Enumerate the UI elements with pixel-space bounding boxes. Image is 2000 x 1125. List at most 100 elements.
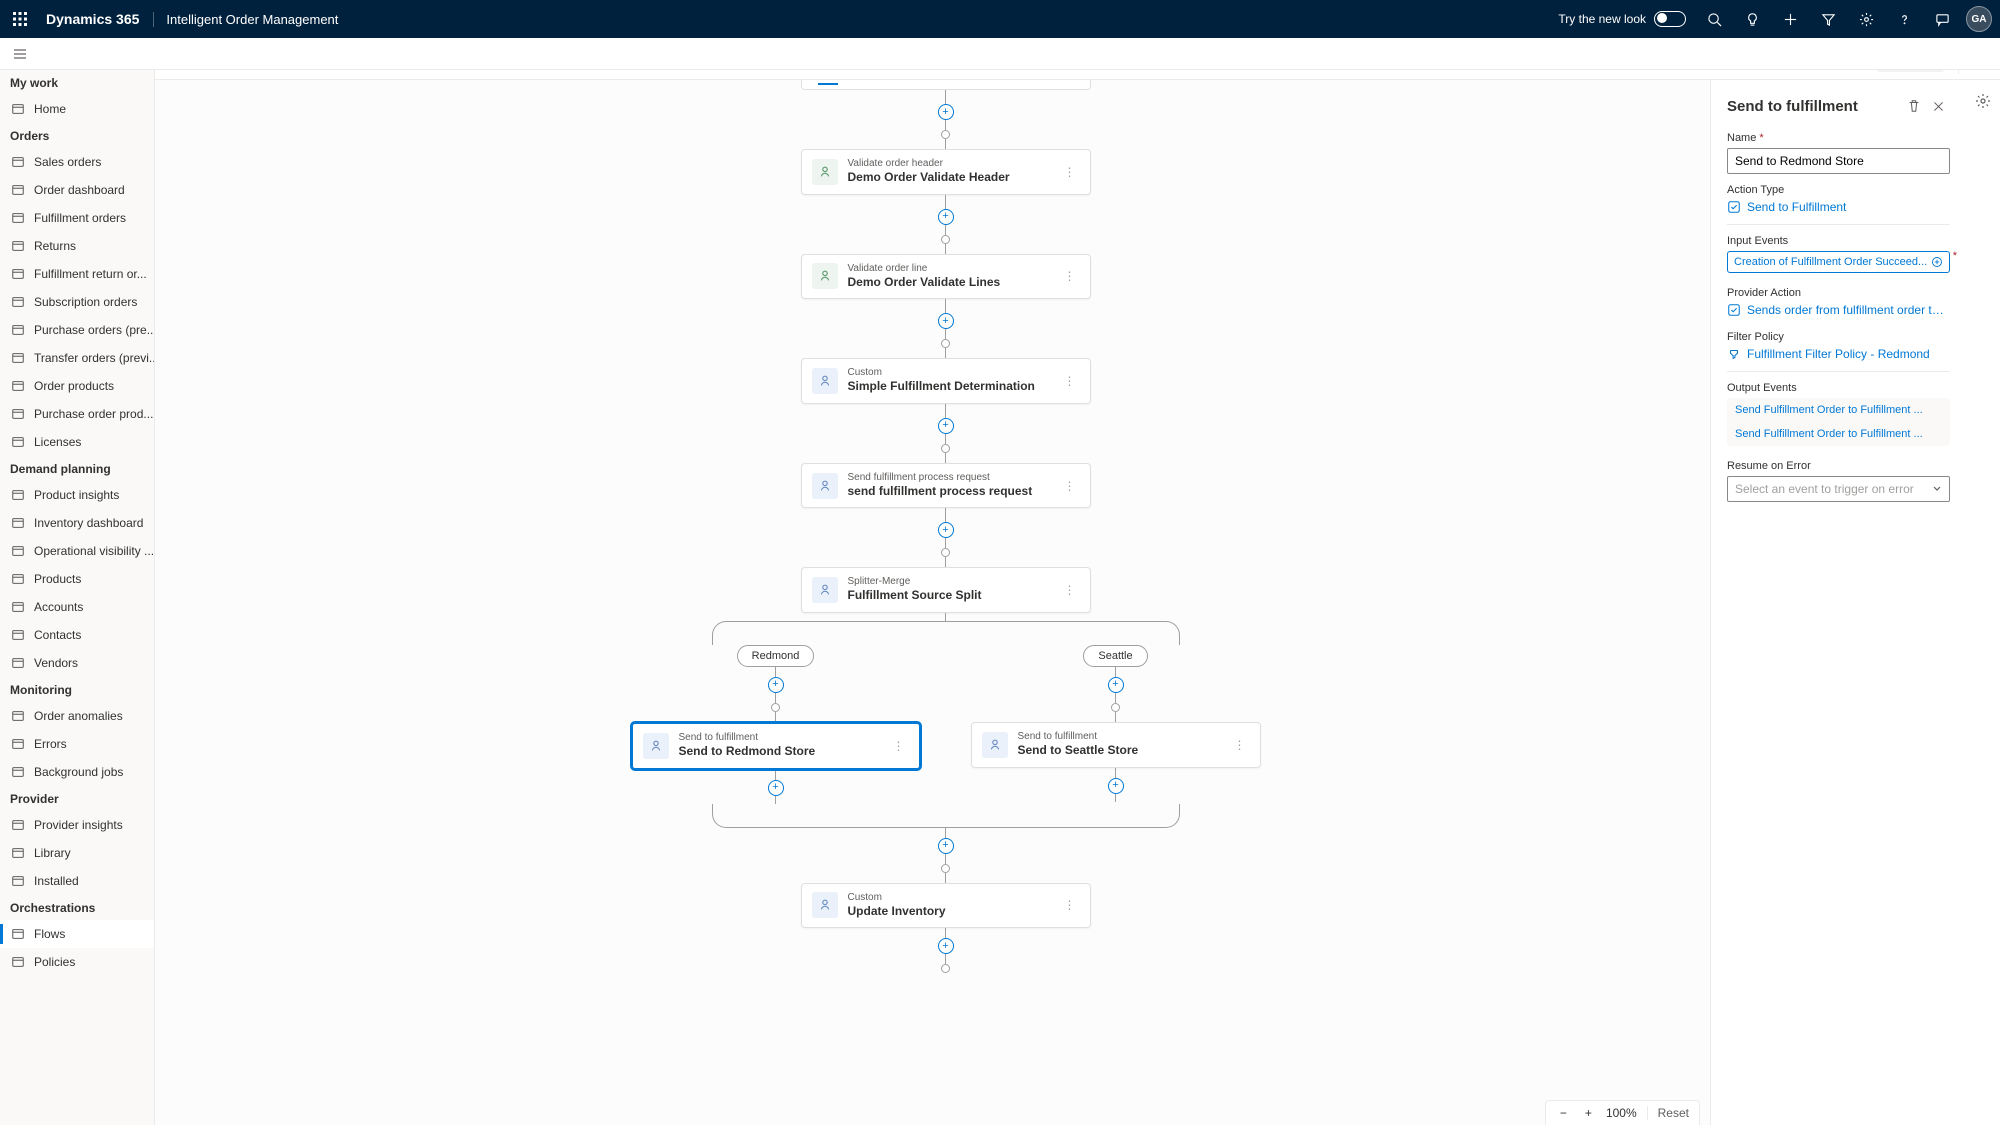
plus-icon[interactable]	[1772, 1, 1808, 37]
flow-node[interactable]: Splitter-MergeFulfillment Source Split⋮	[801, 567, 1091, 613]
output-event-item[interactable]: Send Fulfillment Order to Fulfillment ..…	[1727, 422, 1950, 446]
node-menu-icon[interactable]: ⋮	[1060, 165, 1080, 179]
node-menu-icon[interactable]: ⋮	[1230, 738, 1250, 752]
zoom-reset-button[interactable]: Reset	[1647, 1106, 1689, 1120]
sidebar-item[interactable]: Licenses	[0, 428, 154, 456]
node-menu-icon[interactable]: ⋮	[1060, 269, 1080, 283]
sidebar-item[interactable]: Errors	[0, 730, 154, 758]
lightbulb-icon[interactable]	[1734, 1, 1770, 37]
left-sidebar: My workHomeOrdersSales ordersOrder dashb…	[0, 70, 155, 1125]
sidebar-item[interactable]: Subscription orders	[0, 288, 154, 316]
action-type-link[interactable]: Send to Fulfillment	[1727, 200, 1950, 214]
node-menu-icon[interactable]: ⋮	[1060, 374, 1080, 388]
sidebar-item[interactable]: Background jobs	[0, 758, 154, 786]
sidebar-item[interactable]: Accounts	[0, 593, 154, 621]
sidebar-item[interactable]: Order anomalies	[0, 702, 154, 730]
delete-icon[interactable]	[1902, 94, 1926, 118]
name-input[interactable]	[1727, 148, 1950, 174]
help-icon[interactable]	[1886, 1, 1922, 37]
sidebar-item-label: Purchase order prod...	[34, 407, 153, 421]
add-step-button[interactable]: +	[938, 522, 954, 538]
sidebar-item[interactable]: Home	[0, 95, 154, 123]
sidebar-item[interactable]: Vendors	[0, 649, 154, 677]
toggle-icon[interactable]	[1654, 11, 1686, 27]
sidebar-item[interactable]: Order products	[0, 372, 154, 400]
user-avatar[interactable]: GA	[1966, 6, 1992, 32]
zoom-in-button[interactable]: +	[1581, 1106, 1596, 1120]
add-step-button[interactable]: +	[1108, 778, 1124, 794]
add-step-button[interactable]: +	[938, 938, 954, 954]
sidebar-item[interactable]: Returns	[0, 232, 154, 260]
sidebar-item[interactable]: Purchase order prod...	[0, 400, 154, 428]
close-icon[interactable]	[1926, 94, 1950, 118]
flow-node[interactable]: Validate order headerDemo Order Validate…	[801, 149, 1091, 195]
flow-node[interactable]: Send to fulfillmentSend to Redmond Store…	[631, 722, 921, 770]
app-launcher-icon[interactable]	[6, 5, 34, 33]
connector	[945, 195, 946, 209]
sidebar-item-icon	[10, 350, 26, 366]
sidebar-item[interactable]: Provider insights	[0, 811, 154, 839]
panel-title: Send to fulfillment	[1727, 98, 1902, 115]
add-step-button[interactable]: +	[938, 418, 954, 434]
sidebar-item-icon	[10, 817, 26, 833]
sidebar-item[interactable]: Flows	[0, 920, 154, 948]
branch-label[interactable]: Redmond	[737, 645, 815, 667]
output-event-item[interactable]: Send Fulfillment Order to Fulfillment ..…	[1727, 398, 1950, 422]
chat-icon[interactable]	[1924, 1, 1960, 37]
provider-action-link[interactable]: Sends order from fulfillment order to de…	[1727, 303, 1950, 317]
branch-label[interactable]: Seattle	[1083, 645, 1147, 667]
connector	[1115, 693, 1116, 703]
add-step-button[interactable]: +	[768, 780, 784, 796]
partial-node	[801, 80, 1091, 90]
add-step-button[interactable]: +	[1108, 677, 1124, 693]
node-menu-icon[interactable]: ⋮	[1060, 898, 1080, 912]
settings-icon[interactable]	[1848, 1, 1884, 37]
input-event-tag[interactable]: Creation of Fulfillment Order Succeed...	[1727, 251, 1950, 273]
connector	[775, 796, 776, 804]
sidebar-item[interactable]: Installed	[0, 867, 154, 895]
filter-policy-link[interactable]: Fulfillment Filter Policy - Redmond	[1727, 347, 1950, 361]
sidebar-item-icon	[10, 434, 26, 450]
try-new-look[interactable]: Try the new look	[1558, 11, 1686, 27]
sidebar-item[interactable]: Inventory dashboard	[0, 509, 154, 537]
properties-gear-icon[interactable]	[1970, 88, 1996, 114]
flow-node[interactable]: Send to fulfillmentSend to Seattle Store…	[971, 722, 1261, 768]
add-step-button[interactable]: +	[938, 313, 954, 329]
add-step-button[interactable]: +	[768, 677, 784, 693]
sidebar-item[interactable]: Products	[0, 565, 154, 593]
add-icon[interactable]	[1931, 256, 1943, 268]
connector	[945, 120, 946, 130]
sidebar-item[interactable]: Fulfillment orders	[0, 204, 154, 232]
node-menu-icon[interactable]: ⋮	[1060, 583, 1080, 597]
sidebar-item[interactable]: Fulfillment return or...	[0, 260, 154, 288]
sidebar-item[interactable]: Library	[0, 839, 154, 867]
node-icon	[643, 733, 669, 759]
hamburger-icon[interactable]	[0, 39, 40, 69]
node-menu-icon[interactable]: ⋮	[1060, 479, 1080, 493]
sidebar-item[interactable]: Product insights	[0, 481, 154, 509]
resume-select[interactable]: Select an event to trigger on error	[1727, 476, 1950, 502]
sidebar-item[interactable]: Policies	[0, 948, 154, 976]
add-step-button[interactable]: +	[938, 838, 954, 854]
zoom-out-button[interactable]: −	[1556, 1106, 1571, 1120]
add-step-button[interactable]: +	[938, 104, 954, 120]
sidebar-item[interactable]: Operational visibility ...	[0, 537, 154, 565]
sidebar-group-label: Demand planning	[0, 456, 154, 481]
sidebar-item[interactable]: Transfer orders (previ...	[0, 344, 154, 372]
sidebar-item[interactable]: Contacts	[0, 621, 154, 649]
node-menu-icon[interactable]: ⋮	[889, 739, 909, 753]
flow-node[interactable]: CustomSimple Fulfillment Determination⋮	[801, 358, 1091, 404]
flow-node[interactable]: Validate order lineDemo Order Validate L…	[801, 254, 1091, 300]
flow-node[interactable]: CustomUpdate Inventory⋮	[801, 883, 1091, 929]
flow-node[interactable]: Send fulfillment process requestsend ful…	[801, 463, 1091, 509]
sidebar-item[interactable]: Order dashboard	[0, 176, 154, 204]
sidebar-item[interactable]: Sales orders	[0, 148, 154, 176]
sidebar-item-label: Product insights	[34, 488, 119, 502]
sidebar-item[interactable]: Purchase orders (pre...	[0, 316, 154, 344]
add-step-button[interactable]: +	[938, 209, 954, 225]
filter-icon[interactable]	[1810, 1, 1846, 37]
node-subtitle: Validate order line	[848, 263, 1050, 275]
flow-canvas[interactable]: + Validate order headerDemo Order Validat…	[155, 80, 1736, 1125]
search-icon[interactable]	[1696, 1, 1732, 37]
sidebar-item-icon	[10, 571, 26, 587]
